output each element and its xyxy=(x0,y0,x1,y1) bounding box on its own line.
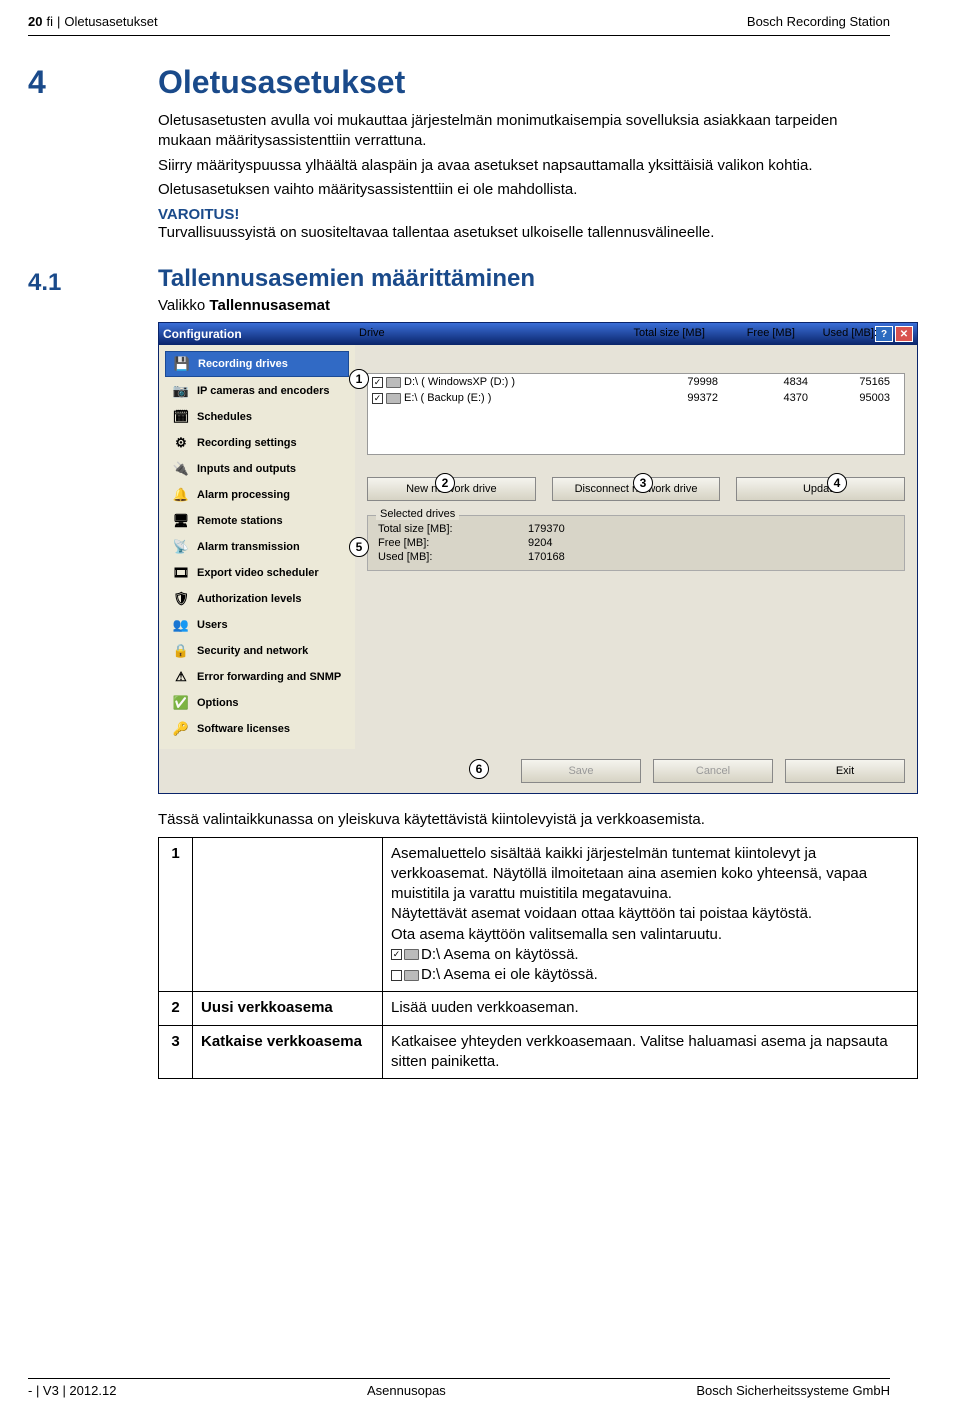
callout-1: 1 xyxy=(349,369,369,389)
col-used: Used [MB]: xyxy=(795,327,885,339)
nav-icon: 🗓 xyxy=(171,409,191,425)
drive-enabled-icon: ✓D:\ xyxy=(391,945,440,965)
nav-icon: ✅ xyxy=(171,695,191,711)
nav-icon: 👥 xyxy=(171,617,191,633)
selected-drive-stat: Free [MB]:9204 xyxy=(378,536,894,550)
exit-button[interactable]: Exit xyxy=(785,759,905,783)
sidebar-item-options[interactable]: ✅Options xyxy=(165,691,349,715)
sidebar-item-remote-stations[interactable]: 🖥Remote stations xyxy=(165,509,349,533)
sidebar-item-ip-cameras-and-encoders[interactable]: 📷IP cameras and encoders xyxy=(165,379,349,403)
drive-list[interactable]: ✓D:\ ( WindowsXP (D:) )79998483475165✓E:… xyxy=(367,373,905,455)
col-free: Free [MB] xyxy=(705,327,795,339)
page-number: 20 xyxy=(28,14,42,29)
subsection-number: 4.1 xyxy=(28,269,61,297)
header-breadcrumb: Oletusasetukset xyxy=(64,14,157,29)
header-lang: fi xyxy=(46,14,53,29)
nav-icon: 📷 xyxy=(171,383,191,399)
cancel-button[interactable]: Cancel xyxy=(653,759,773,783)
nav-icon: ⚠ xyxy=(171,669,191,685)
sidebar: 💾Recording drives📷IP cameras and encoder… xyxy=(159,345,355,749)
warning-text: Turvallisuussyistä on suositeltavaa tall… xyxy=(158,223,888,243)
footer-left: - | V3 | 2012.12 xyxy=(28,1383,116,1398)
col-drive: Drive xyxy=(355,327,595,339)
description-table: 1 Asemaluettelo sisältää kaikki järjeste… xyxy=(158,837,918,1080)
selected-drive-stat: Total size [MB]:179370 xyxy=(378,522,894,536)
config-window: Configuration ? ✕ 💾Recording drives📷IP c… xyxy=(158,322,918,794)
sidebar-item-schedules[interactable]: 🗓Schedules xyxy=(165,405,349,429)
update-button[interactable]: Update xyxy=(736,477,905,501)
drive-row[interactable]: ✓E:\ ( Backup (E:) )99372437095003 xyxy=(368,390,904,406)
selected-drive-stat: Used [MB]:170168 xyxy=(378,550,894,564)
sidebar-item-export-video-scheduler[interactable]: 🎞Export video scheduler xyxy=(165,561,349,585)
sidebar-item-users[interactable]: 👥Users xyxy=(165,613,349,637)
nav-icon: 🔌 xyxy=(171,461,191,477)
nav-icon: 📡 xyxy=(171,539,191,555)
page-footer: - | V3 | 2012.12 Asennusopas Bosch Siche… xyxy=(28,1378,890,1398)
nav-icon: 🔑 xyxy=(171,721,191,737)
sidebar-item-alarm-transmission[interactable]: 📡Alarm transmission xyxy=(165,535,349,559)
col-total: Total size [MB] xyxy=(595,327,705,339)
subsection-title: Tallennusasemien määrittäminen xyxy=(158,265,888,293)
menu-line: Valikko Tallennusasemat xyxy=(158,297,888,314)
nav-icon: 🛡 xyxy=(171,591,191,607)
window-title: Configuration xyxy=(163,327,242,341)
header-product: Bosch Recording Station xyxy=(747,14,890,29)
selected-drives-legend: Selected drives xyxy=(376,508,459,520)
footer-center: Asennusopas xyxy=(367,1383,446,1398)
sidebar-item-authorization-levels[interactable]: 🛡Authorization levels xyxy=(165,587,349,611)
callout-5: 5 xyxy=(349,537,369,557)
sidebar-item-software-licenses[interactable]: 🔑Software licenses xyxy=(165,717,349,741)
sidebar-item-inputs-and-outputs[interactable]: 🔌Inputs and outputs xyxy=(165,457,349,481)
footer-right: Bosch Sicherheitssysteme GmbH xyxy=(696,1383,890,1398)
section-p3: Oletusasetuksen vaihto määritysassistent… xyxy=(158,180,888,200)
section-title: Oletusasetukset xyxy=(158,64,888,101)
callout-6: 6 xyxy=(469,759,489,779)
section-p1: Oletusasetusten avulla voi mukauttaa jär… xyxy=(158,111,888,152)
sidebar-item-alarm-processing[interactable]: 🔔Alarm processing xyxy=(165,483,349,507)
nav-icon: 🔔 xyxy=(171,487,191,503)
caption: Tässä valintaikkunassa on yleiskuva käyt… xyxy=(158,810,888,830)
save-button[interactable]: Save xyxy=(521,759,641,783)
nav-icon: 🖥 xyxy=(171,513,191,529)
section-number: 4 xyxy=(28,64,46,101)
sidebar-item-recording-drives[interactable]: 💾Recording drives xyxy=(165,351,349,377)
window-bottom-bar: 6 Save Cancel Exit xyxy=(159,749,917,793)
drive-row[interactable]: ✓D:\ ( WindowsXP (D:) )79998483475165 xyxy=(368,374,904,390)
nav-icon: 🎞 xyxy=(171,565,191,581)
main-pane: 1 Drive Total size [MB] Free [MB] Used [… xyxy=(355,345,917,749)
drive-disabled-icon: D:\ xyxy=(391,965,440,985)
row1-num: 1 xyxy=(159,837,193,992)
section-p2: Siirry määrityspuussa ylhäältä alaspäin … xyxy=(158,156,888,176)
selected-drives-box: Selected drives Total size [MB]:179370Fr… xyxy=(367,515,905,571)
sidebar-item-recording-settings[interactable]: ⚙Recording settings xyxy=(165,431,349,455)
sidebar-item-security-and-network[interactable]: 🔒Security and network xyxy=(165,639,349,663)
nav-icon: 🔒 xyxy=(171,643,191,659)
warning-label: VAROITUS! xyxy=(158,206,888,223)
nav-icon: 💾 xyxy=(172,356,192,372)
page-header: 20 fi | Oletusasetukset Bosch Recording … xyxy=(0,0,960,33)
nav-icon: ⚙ xyxy=(171,435,191,451)
sidebar-item-error-forwarding-and-snmp[interactable]: ⚠Error forwarding and SNMP xyxy=(165,665,349,689)
